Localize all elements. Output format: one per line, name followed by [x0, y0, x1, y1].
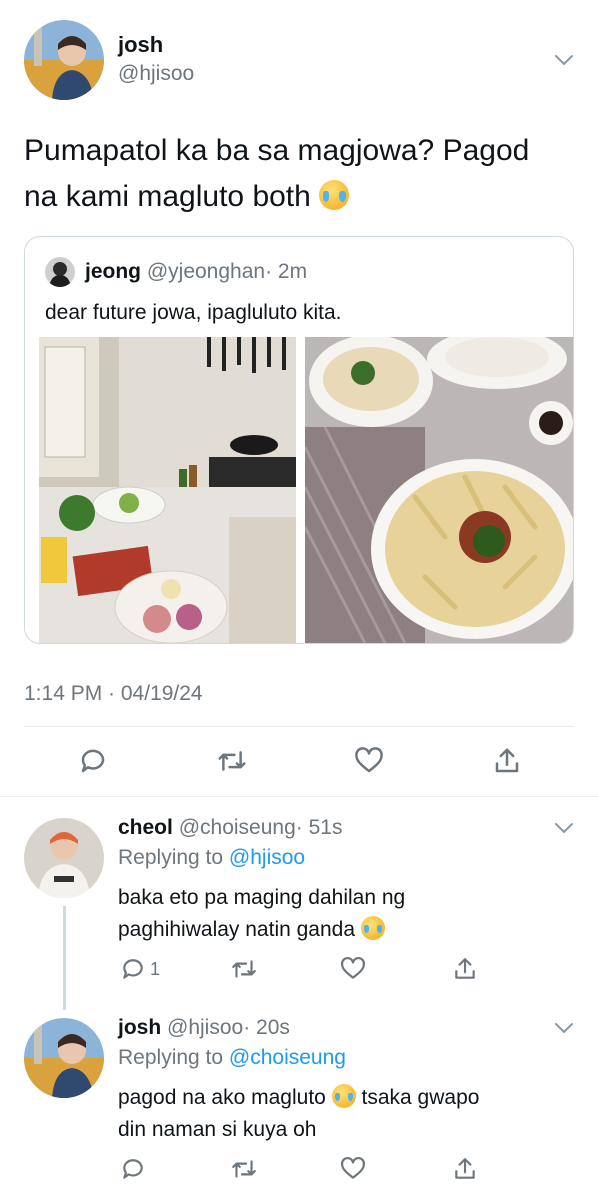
retweet-icon [218, 751, 246, 771]
heart-icon [341, 956, 365, 979]
quote-photo-kitchen[interactable] [39, 337, 296, 643]
section-divider [0, 796, 598, 797]
quote-author-handle: @yjeonghan [146, 260, 266, 283]
chevron-down-icon[interactable] [554, 54, 574, 66]
reply-header: josh @hjisoo· 20s [118, 1016, 290, 1040]
crying-face-emoji [319, 180, 350, 210]
heart-icon [355, 747, 383, 773]
avatar-photo [45, 257, 75, 287]
crying-face-emoji [331, 1084, 356, 1108]
reply-text-fragment: paghihiwalay natin ganda [118, 918, 356, 941]
tweet-text-line: Pumapatol ka ba sa magjowa? Pagod [24, 134, 530, 167]
retweet-icon [232, 1160, 256, 1178]
reply-time[interactable]: · 51s [296, 816, 343, 839]
reply-button[interactable] [78, 746, 108, 781]
reply-time[interactable]: · 20s [243, 1016, 290, 1039]
pasta-photo [305, 337, 573, 643]
quote-time: · 2m [265, 260, 308, 283]
retweet-button[interactable] [230, 1156, 258, 1187]
reply-button[interactable] [120, 1156, 146, 1187]
reply-text-fragment: tsaka gwapo [361, 1086, 480, 1109]
reply-icon [123, 959, 143, 979]
reply-text-line: din naman si kuya oh [118, 1118, 317, 1141]
replying-to: Replying to @choiseung [118, 1046, 346, 1070]
reply-header: cheol @choiseung· 51s [118, 816, 342, 840]
author-name[interactable]: josh [118, 32, 163, 58]
retweet-button[interactable] [216, 746, 248, 781]
chevron-down-icon[interactable] [554, 1022, 574, 1034]
reply-icon [123, 1159, 143, 1179]
avatar-photo [24, 1018, 104, 1098]
reply-author-name[interactable]: josh [118, 1016, 161, 1039]
share-icon [455, 958, 475, 979]
divider [24, 726, 574, 727]
like-button[interactable] [354, 746, 384, 781]
tweet-text: Pumapatol ka ba sa magjowa? Pagod na kam… [24, 128, 584, 220]
thread-line [63, 906, 66, 1010]
quote-tweet-card[interactable]: jeong @yjeonghan· 2m dear future jowa, i… [24, 236, 574, 644]
share-icon [495, 748, 519, 773]
tweet-text-line: na kami magluto both [24, 174, 584, 220]
quote-photo-pasta[interactable] [305, 337, 573, 643]
reply-author-name[interactable]: cheol [118, 816, 173, 839]
reply-author-handle[interactable]: @choiseung [179, 816, 296, 839]
quote-author-name: jeong [85, 260, 141, 283]
replying-to: Replying to @hjisoo [118, 846, 305, 870]
replying-to-label: Replying to [118, 846, 224, 869]
quote-header: jeong @yjeonghan· 2m [85, 260, 307, 284]
replying-to-link[interactable]: @hjisoo [229, 846, 305, 869]
retweet-icon [232, 960, 256, 978]
reply-count: 1 [150, 958, 161, 979]
reply-icon [81, 749, 105, 773]
author-handle[interactable]: @hjisoo [118, 62, 194, 86]
share-icon [455, 1158, 475, 1179]
quote-author-avatar [45, 257, 75, 287]
tweet-text-fragment: na kami magluto both [24, 180, 311, 213]
reply-text-line: pagod na ako magluto tsaka gwapo [118, 1082, 479, 1114]
replying-to-label: Replying to [118, 1046, 224, 1069]
share-button[interactable] [452, 1156, 478, 1187]
reply-text: pagod na ako magluto tsaka gwapo din nam… [118, 1082, 479, 1146]
reply-author-avatar[interactable] [24, 818, 104, 898]
avatar-photo [24, 818, 104, 898]
quote-text: dear future jowa, ipagluluto kita. [45, 301, 342, 324]
share-button[interactable] [452, 956, 478, 987]
like-button[interactable] [340, 1156, 366, 1187]
chevron-down-icon[interactable] [554, 822, 574, 834]
crying-face-emoji [360, 916, 385, 940]
reply-text-line: paghihiwalay natin ganda [118, 914, 405, 946]
tweet-timestamp[interactable]: 1:14 PM · 04/19/24 [24, 682, 203, 706]
kitchen-photo [39, 337, 296, 643]
reply-author-avatar[interactable] [24, 1018, 104, 1098]
avatar-photo [24, 20, 104, 100]
retweet-button[interactable] [230, 956, 258, 987]
reply-text: baka eto pa maging dahilan ng paghihiwal… [118, 882, 405, 946]
reply-text-fragment: pagod na ako magluto [118, 1086, 326, 1109]
share-button[interactable] [492, 746, 522, 781]
heart-icon [341, 1156, 365, 1179]
like-button[interactable] [340, 956, 366, 987]
reply-author-handle[interactable]: @hjisoo [167, 1016, 243, 1039]
replying-to-link[interactable]: @choiseung [229, 1046, 346, 1069]
author-avatar[interactable] [24, 20, 104, 100]
reply-button[interactable]: 1 [120, 956, 160, 982]
reply-text-line: baka eto pa maging dahilan ng [118, 886, 406, 909]
